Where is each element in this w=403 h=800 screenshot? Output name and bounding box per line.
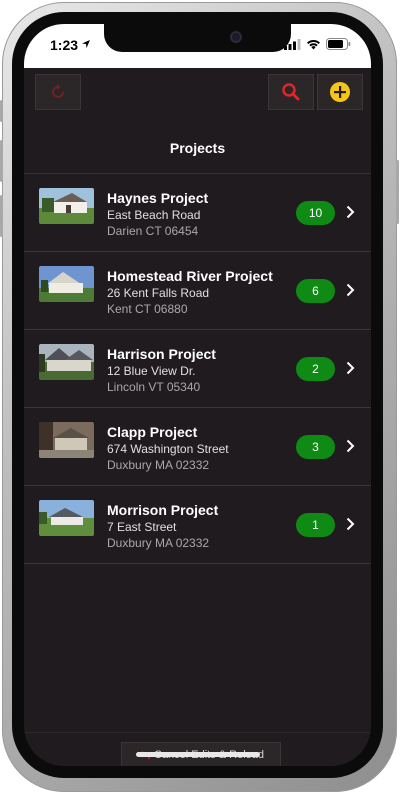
status-time: 1:23	[50, 37, 79, 53]
chevron-right-icon	[346, 361, 355, 375]
project-row[interactable]: Clapp Project 674 Washington Street Duxb…	[24, 408, 371, 486]
project-list: Haynes Project East Beach Road Darien CT…	[24, 174, 371, 564]
refresh-icon	[52, 84, 64, 98]
project-info: Harrison Project 12 Blue View Dr. Lincol…	[107, 345, 216, 396]
count-badge: 2	[296, 357, 335, 381]
project-city: Lincoln VT 05340	[107, 380, 201, 394]
chevron-right-icon	[346, 283, 355, 297]
project-info: Clapp Project 674 Washington Street Duxb…	[107, 423, 229, 474]
project-thumbnail	[39, 266, 94, 302]
count-badge: 3	[296, 435, 335, 459]
chevron-right-icon	[346, 517, 355, 531]
project-info: Morrison Project 7 East Street Duxbury M…	[107, 501, 218, 552]
add-project-button[interactable]	[317, 74, 363, 110]
count-badge: 10	[296, 201, 335, 225]
bottom-bar: Cancel Edits & Reload	[24, 732, 371, 766]
project-thumbnail	[39, 344, 94, 380]
volume-down-button	[0, 195, 3, 237]
device-notch	[104, 24, 291, 52]
project-thumbnail	[39, 188, 94, 224]
count-badge: 1	[296, 513, 335, 537]
project-city: Darien CT 06454	[107, 224, 199, 238]
battery-icon	[326, 38, 351, 50]
project-address: 674 Washington Street	[107, 442, 229, 456]
home-indicator[interactable]	[136, 752, 260, 757]
status-icons	[284, 38, 351, 50]
top-toolbar: Projects	[24, 68, 371, 174]
project-row[interactable]: Harrison Project 12 Blue View Dr. Lincol…	[24, 330, 371, 408]
project-name: Harrison Project	[107, 346, 216, 362]
project-name: Homestead River Project	[107, 268, 273, 284]
search-icon	[282, 83, 300, 101]
project-info: Haynes Project East Beach Road Darien CT…	[107, 189, 208, 240]
refresh-button[interactable]	[35, 74, 81, 110]
project-thumbnail	[39, 500, 94, 536]
project-row[interactable]: Morrison Project 7 East Street Duxbury M…	[24, 486, 371, 564]
chevron-right-icon	[346, 439, 355, 453]
add-circle-icon	[330, 82, 350, 102]
silent-switch	[0, 100, 3, 122]
project-address: 7 East Street	[107, 520, 177, 534]
page-title: Projects	[169, 140, 226, 156]
app-screen: 1:23 Projects Haynes Project East Beach …	[24, 24, 371, 766]
project-address: East Beach Road	[107, 208, 201, 222]
power-button	[396, 160, 399, 224]
front-camera	[230, 31, 242, 43]
project-city: Kent CT 06880	[107, 302, 188, 316]
project-city: Duxbury MA 02332	[107, 536, 210, 550]
project-name: Clapp Project	[107, 424, 198, 440]
project-row[interactable]: Haynes Project East Beach Road Darien CT…	[24, 174, 371, 252]
search-button[interactable]	[268, 74, 314, 110]
project-row[interactable]: Homestead River Project 26 Kent Falls Ro…	[24, 252, 371, 330]
project-address: 12 Blue View Dr.	[107, 364, 196, 378]
count-badge: 6	[296, 279, 335, 303]
project-address: 26 Kent Falls Road	[107, 286, 210, 300]
chevron-right-icon	[346, 205, 355, 219]
project-thumbnail	[39, 422, 94, 458]
project-info: Homestead River Project 26 Kent Falls Ro…	[107, 267, 273, 318]
project-name: Morrison Project	[107, 502, 219, 518]
location-arrow-icon	[82, 40, 90, 48]
project-city: Duxbury MA 02332	[107, 458, 210, 472]
project-name: Haynes Project	[107, 190, 209, 206]
wifi-icon	[307, 39, 320, 49]
volume-up-button	[0, 140, 3, 182]
